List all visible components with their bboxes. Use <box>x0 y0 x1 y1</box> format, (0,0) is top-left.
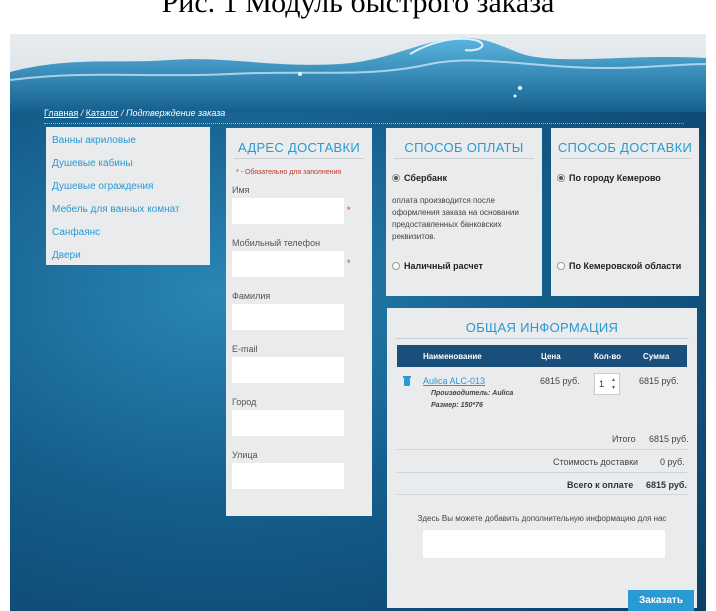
quantity-stepper[interactable]: 1 ▲ ▼ <box>594 373 620 395</box>
delivery-option-city[interactable]: По городу Кемерово <box>557 169 699 187</box>
product-maker: Производитель: Aulica <box>431 390 514 397</box>
payment-option-label: Наличный расчет <box>404 260 483 271</box>
delivery-cost-label: Стоимость доставки <box>553 457 639 467</box>
city-input[interactable] <box>232 410 344 436</box>
category-item[interactable]: Двери <box>52 250 210 266</box>
delivery-title: СПОСОБ ДОСТАВКИ <box>557 140 693 155</box>
title-underline <box>394 158 534 159</box>
header-sum: Сумма <box>643 352 670 361</box>
total-value: 6815 руб. <box>649 434 689 444</box>
email-input[interactable] <box>232 357 344 383</box>
summary-divider <box>397 494 687 495</box>
comment-label: Здесь Вы можете добавить дополнительную … <box>417 514 667 523</box>
grand-total-label: Всего к оплате <box>567 480 634 490</box>
payment-description: оплата производится после оформления зак… <box>392 196 519 241</box>
category-item[interactable]: Санфаянс <box>52 227 210 243</box>
quantity-value: 1 <box>599 379 605 389</box>
field-label: Город <box>232 397 257 407</box>
header-name: Наименование <box>423 352 482 361</box>
breadcrumb-separator: / <box>118 108 127 118</box>
product-sum: 6815 руб. <box>639 376 679 386</box>
category-item[interactable]: Душевые кабины <box>52 158 210 174</box>
cart-table-header: Наименование Цена Кол-во Сумма <box>397 345 687 367</box>
summary-divider <box>397 449 687 450</box>
product-size: Размер: 150*76 <box>431 402 483 409</box>
street-input[interactable] <box>232 463 344 489</box>
field-label: Улица <box>232 450 258 460</box>
grand-total-value: 6815 руб. <box>646 480 687 490</box>
payment-option-sberbank[interactable]: Сбербанк <box>392 169 542 187</box>
payment-title: СПОСОБ ОПЛАТЫ <box>404 140 524 155</box>
shop-page: Главная / Каталог / Подтверждение заказа… <box>10 34 706 611</box>
title-underline <box>559 158 691 159</box>
breadcrumb: Главная / Каталог / Подтверждение заказа <box>44 108 225 118</box>
water-header <box>10 34 706 112</box>
water-splash-banner <box>10 37 706 112</box>
delivery-method-panel: СПОСОБ ДОСТАВКИ По городу Кемерово По Ке… <box>551 128 699 296</box>
breadcrumb-catalog-link[interactable]: Каталог <box>86 108 119 118</box>
title-underline <box>234 158 364 159</box>
category-item[interactable]: Ванны акриловые <box>52 135 210 151</box>
delivery-option-label: По городу Кемерово <box>569 172 661 183</box>
caption-text: Рис. 1 Модуль быстрого заказа <box>161 0 555 19</box>
summary-title: ОБЩАЯ ИНФОРМАЦИЯ <box>465 320 619 335</box>
field-label: Фамилия <box>232 291 271 301</box>
field-label: E-mail <box>232 344 258 354</box>
product-price: 6815 руб. <box>540 376 580 386</box>
category-item[interactable]: Душевые ограждения <box>52 181 210 197</box>
place-order-button[interactable]: Заказать <box>628 590 694 611</box>
field-label: Имя <box>232 185 250 195</box>
radio-unselected-icon[interactable] <box>557 261 565 270</box>
required-note: * - Обязательно для заполнения <box>236 169 342 176</box>
category-menu: Ванны акриловые Душевые кабины Душевые о… <box>46 127 210 265</box>
last-name-input[interactable] <box>232 304 344 330</box>
required-star: * <box>347 205 351 215</box>
quantity-up-icon[interactable]: ▲ <box>611 377 616 383</box>
header-qty: Кол-во <box>594 352 622 361</box>
radio-selected-icon[interactable] <box>557 173 565 182</box>
delivery-cost-value: 0 руб. <box>660 457 685 467</box>
first-name-input[interactable] <box>232 198 344 224</box>
required-star: * <box>347 258 351 268</box>
quantity-down-icon[interactable]: ▼ <box>611 385 616 391</box>
breadcrumb-separator: / <box>78 108 86 118</box>
figure-caption: Рис. 1 Модуль быстрого заказа <box>0 0 716 34</box>
breadcrumb-current: Подтверждение заказа <box>126 108 226 118</box>
delivery-address-panel: АДРЕС ДОСТАВКИ * - Обязательно для запол… <box>226 128 372 516</box>
delivery-option-label: По Кемеровской области <box>569 260 682 271</box>
summary-divider <box>397 472 687 473</box>
category-item[interactable]: Мебель для ванных комнат <box>52 204 210 220</box>
comment-textarea[interactable] <box>423 530 665 558</box>
radio-selected-icon[interactable] <box>392 173 400 182</box>
mobile-phone-input[interactable] <box>232 251 344 277</box>
radio-unselected-icon[interactable] <box>392 261 400 270</box>
trash-icon[interactable] <box>403 376 411 386</box>
order-summary-panel: ОБЩАЯ ИНФОРМАЦИЯ Наименование Цена Кол-в… <box>387 308 697 608</box>
title-underline <box>395 338 689 339</box>
field-label: Мобильный телефон <box>232 238 321 248</box>
header-price: Цена <box>541 352 561 361</box>
total-label: Итого <box>612 434 636 444</box>
product-link[interactable]: Aulica ALC-013 <box>423 376 485 386</box>
delivery-option-region[interactable]: По Кемеровской области <box>557 257 699 275</box>
address-title: АДРЕС ДОСТАВКИ <box>237 140 361 155</box>
payment-option-cash[interactable]: Наличный расчет <box>392 257 542 275</box>
payment-method-panel: СПОСОБ ОПЛАТЫ Сбербанк оплата производит… <box>386 128 542 296</box>
payment-option-label: Сбербанк <box>404 172 447 183</box>
breadcrumb-home-link[interactable]: Главная <box>44 108 78 118</box>
dotted-divider <box>44 123 684 124</box>
